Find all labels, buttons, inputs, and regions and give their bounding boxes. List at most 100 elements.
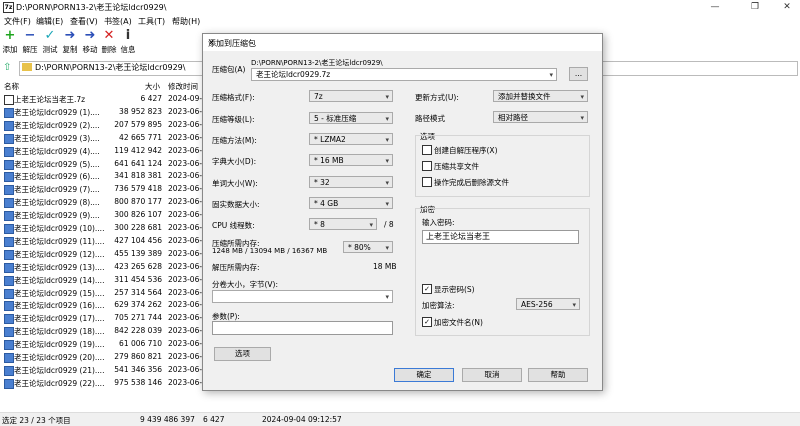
file-name: 老王论坛ldcr0929 (7).... <box>14 185 100 195</box>
file-icon <box>4 159 14 170</box>
file-size: 207 579 895 <box>114 119 162 129</box>
file-row[interactable]: 老王论坛ldcr0929 (13).... 423 265 628 2023-06-… <box>0 261 210 273</box>
file-name: 老王论坛ldcr0929 (17).... <box>14 314 105 324</box>
help-button[interactable]: 帮助 <box>528 368 588 382</box>
status-date: 2024-09-04 09:12:57 <box>262 415 342 424</box>
maximize-button[interactable]: ❐ <box>744 1 766 13</box>
copy-button[interactable]: ➜ 复制 <box>60 28 80 58</box>
menu-view[interactable]: 查看(V) <box>70 16 98 27</box>
file-row[interactable]: 老王论坛ldcr0929 (5).... 641 641 124 2023-06-0 <box>0 158 210 170</box>
file-icon <box>4 107 14 118</box>
cancel-button[interactable]: 取消 <box>462 368 522 382</box>
file-modified: 2023-06-0 <box>168 339 207 349</box>
delete-icon: ✕ <box>103 28 115 43</box>
chevron-down-icon: ▾ <box>580 114 584 122</box>
cpu-select[interactable]: * 8 ▾ <box>309 218 377 230</box>
file-row[interactable]: 老王论坛ldcr0929 (8).... 800 870 177 2023-06-0 <box>0 196 210 209</box>
update-select[interactable]: 添加并替换文件 ▾ <box>493 90 588 102</box>
split-select[interactable]: ▾ <box>212 290 393 303</box>
delete-button[interactable]: ✕ 删除 <box>99 28 119 58</box>
encrypt-names-checkbox[interactable]: ✓ <box>422 317 432 327</box>
chevron-down-icon: ▾ <box>580 93 584 101</box>
browse-button[interactable]: ... <box>569 67 588 81</box>
file-row[interactable]: 老王论坛ldcr0929 (1).... 38 952 823 2023-06-0 <box>0 106 210 118</box>
minimize-button[interactable]: — <box>704 1 726 13</box>
add-button[interactable]: + 添加 <box>0 28 20 58</box>
add-label: 添加 <box>2 45 18 54</box>
file-icon <box>4 211 14 222</box>
status-bar: 选定 23 / 23 个项目 9 439 486 397 6 427 2024-… <box>0 412 800 426</box>
column-size[interactable]: 大小 <box>145 81 160 92</box>
file-row[interactable]: 老王论坛ldcr0929 (4).... 119 412 942 2023-06-0 <box>0 145 210 157</box>
file-row[interactable]: 老王论坛ldcr0929 (17).... 705 271 744 2023-06-… <box>0 312 210 325</box>
file-row[interactable]: 老王论坛ldcr0929 (16).... 629 374 262 2023-06-… <box>0 299 210 312</box>
sfx-checkbox[interactable] <box>422 145 432 155</box>
file-icon <box>4 198 14 209</box>
file-icon <box>4 262 14 273</box>
menu-file[interactable]: 文件(F) <box>4 16 31 27</box>
file-row[interactable]: 老王论坛ldcr0929 (9).... 300 826 107 2023-06-0 <box>0 209 210 222</box>
move-button[interactable]: ➜ 移动 <box>80 28 100 58</box>
column-name[interactable]: 名称 <box>4 81 19 92</box>
file-row[interactable]: 老王论坛ldcr0929 (19).... 61 006 710 2023-06-0 <box>0 338 210 351</box>
file-name: 老王论坛ldcr0929 (3).... <box>14 133 100 143</box>
file-row[interactable]: 老王论坛ldcr0929 (20).... 279 860 821 2023-06-… <box>0 351 210 363</box>
file-row[interactable]: 老王论坛ldcr0929 (22).... 975 538 146 2023-06-… <box>0 377 210 389</box>
file-row[interactable]: 老王论坛ldcr0929 (21).... 541 346 356 2023-06-… <box>0 364 210 376</box>
file-row[interactable]: 老王论坛ldcr0929 (12).... 455 139 389 2023-06-… <box>0 248 210 260</box>
dict-select[interactable]: * 16 MB ▾ <box>309 154 393 166</box>
file-row[interactable]: 老王论坛ldcr0929 (10).... 300 228 681 2023-06-… <box>0 222 210 234</box>
ok-button[interactable]: 确定 <box>394 368 454 382</box>
solid-select[interactable]: * 4 GB ▾ <box>309 197 393 209</box>
file-modified: 2023-06-0 <box>168 132 207 142</box>
params-input[interactable] <box>212 321 393 335</box>
menu-bookmarks[interactable]: 书签(A) <box>104 16 132 27</box>
decomp-value: 18 MB <box>373 262 397 271</box>
file-modified: 2023-06-0 <box>168 274 207 284</box>
file-size: 423 265 628 <box>114 261 162 271</box>
dialog-close-button[interactable]: ✕ <box>208 38 596 47</box>
file-row[interactable]: 老王论坛ldcr0929 (7).... 736 579 418 2023-06-0 <box>0 183 210 196</box>
file-row[interactable]: 老王论坛ldcr0929 (11).... 427 104 456 2023-06-… <box>0 235 210 247</box>
options-button[interactable]: 选项 <box>214 347 271 361</box>
mem-percent-select[interactable]: * 80% ▾ <box>343 241 393 253</box>
word-select[interactable]: * 32 ▾ <box>309 176 393 188</box>
info-button[interactable]: i 信息 <box>118 28 138 58</box>
menu-edit[interactable]: 编辑(E) <box>36 16 63 27</box>
check-icon: ✓ <box>424 285 430 293</box>
file-name: 老王论坛ldcr0929 (11).... <box>14 236 105 246</box>
address-path: D:\PORN\PORN13-2\老王论坛ldcr0929\ <box>35 63 186 72</box>
file-row[interactable]: 老王论坛ldcr0929 (14).... 311 454 536 2023-06-… <box>0 274 210 286</box>
path-mode-select[interactable]: 相对路径 ▾ <box>493 111 588 123</box>
file-row[interactable]: 老王论坛ldcr0929 (3).... 42 665 771 2023-06-0 <box>0 132 210 144</box>
dict-label: 字典大小(D): <box>212 157 257 166</box>
file-row[interactable]: 上老王论坛当老王.7z 6 427 2024-09-0 <box>0 93 210 105</box>
level-select[interactable]: 5 - 标准压缩 ▾ <box>309 112 393 124</box>
up-folder-icon[interactable]: ⇧ <box>3 62 11 73</box>
column-modified[interactable]: 修改时间 <box>168 81 198 92</box>
file-icon <box>4 353 14 363</box>
file-icon <box>4 327 14 338</box>
archive-name-combo[interactable]: 老王论坛ldcr0929.7z ▾ <box>251 68 557 81</box>
password-input[interactable]: 上老王论坛当老王 <box>422 230 579 244</box>
chevron-down-icon: ▾ <box>385 157 389 165</box>
show-password-checkbox[interactable]: ✓ <box>422 284 432 294</box>
delete-source-label: 操作完成后删除源文件 <box>434 178 509 187</box>
menu-help[interactable]: 帮助(H) <box>172 16 200 27</box>
file-row[interactable]: 老王论坛ldcr0929 (15).... 257 314 564 2023-06-… <box>0 287 210 299</box>
close-button[interactable]: ✕ <box>776 1 798 13</box>
extract-button[interactable]: − 解压 <box>20 28 40 58</box>
test-button[interactable]: ✓ 测试 <box>40 28 60 58</box>
shared-checkbox[interactable] <box>422 161 432 171</box>
format-value: 7z <box>314 92 323 101</box>
method-select[interactable]: * LZMA2 ▾ <box>309 133 393 145</box>
enc-method-select[interactable]: AES-256 ▾ <box>516 298 580 310</box>
file-row[interactable]: 老王论坛ldcr0929 (6).... 341 818 381 2023-06-0 <box>0 170 210 183</box>
file-icon <box>4 275 14 286</box>
file-icon <box>4 314 14 325</box>
file-row[interactable]: 老王论坛ldcr0929 (18).... 842 228 039 2023-06-… <box>0 325 210 338</box>
menu-tools[interactable]: 工具(T) <box>138 16 165 27</box>
delete-source-checkbox[interactable] <box>422 177 432 187</box>
format-select[interactable]: 7z ▾ <box>309 90 393 102</box>
file-row[interactable]: 老王论坛ldcr0929 (2).... 207 579 895 2023-06-0 <box>0 119 210 131</box>
